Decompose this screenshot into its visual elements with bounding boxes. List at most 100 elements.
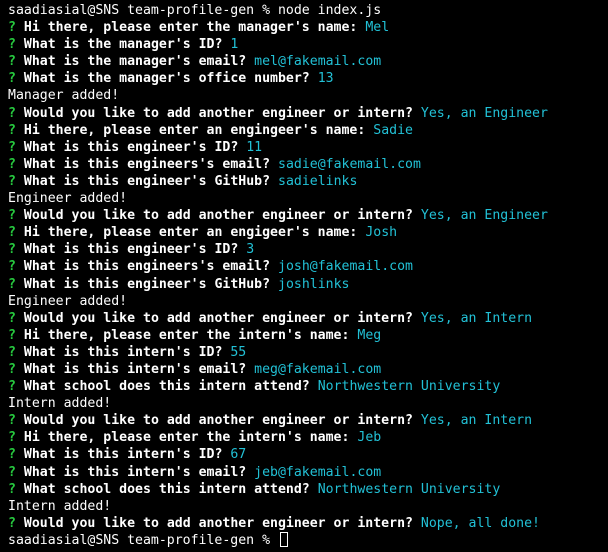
prompt-line: ? Would you like to add another engineer…: [8, 105, 608, 122]
prompt-line: ? What is this engineer's GitHub? sadiel…: [8, 173, 608, 190]
prompt-line: ? What is the manager's email? mel@fakem…: [8, 53, 608, 70]
prompt-line: ? Would you like to add another engineer…: [8, 515, 608, 532]
prompt-answer: 67: [230, 447, 247, 463]
prompt-line: ? What is this engineers's email? josh@f…: [8, 258, 608, 275]
prompt-question: What is this engineers's email?: [23, 259, 271, 275]
prompt-question: What is this intern's email?: [23, 464, 247, 480]
question-mark-icon: ?: [8, 37, 16, 53]
prompt-line: ? What is this engineer's ID? 11: [8, 139, 608, 156]
prompt-question: What is this engineer's ID?: [23, 139, 239, 155]
prompt-line: ? Hi there, please enter the manager's n…: [8, 19, 608, 36]
prompt-question: Would you like to add another engineer o…: [23, 105, 413, 121]
status-message: Engineer added!: [8, 190, 608, 207]
prompt-line: ? Would you like to add another engineer…: [8, 310, 608, 327]
prompt-line: ? Hi there, please enter the intern's na…: [8, 327, 608, 344]
text-cursor[interactable]: [279, 531, 288, 547]
prompt-answer: joshlinks: [278, 276, 350, 292]
prompt-line: ? Would you like to add another engineer…: [8, 207, 608, 224]
status-message: Intern added!: [8, 498, 608, 515]
prompt-question: Hi there, please enter the intern's name…: [23, 327, 350, 343]
prompt-answer: 1: [230, 37, 239, 53]
prompt-answer: josh@fakemail.com: [278, 259, 413, 275]
status-message-text: Engineer added!: [8, 191, 128, 207]
prompt-line: ? What is this engineers's email? sadie@…: [8, 156, 608, 173]
prompt-question: What is this intern's ID?: [23, 447, 223, 463]
prompt-question: What is this engineers's email?: [23, 156, 271, 172]
prompt-question: Hi there, please enter an engigeer's nam…: [23, 225, 358, 241]
question-mark-icon: ?: [8, 173, 16, 189]
prompt-answer: Yes, an Intern: [420, 413, 533, 429]
prompt-answer: meg@fakemail.com: [254, 361, 382, 377]
shell-prompt-line: saadiasial@SNS team-profile-gen %: [8, 531, 608, 549]
status-message: Engineer added!: [8, 293, 608, 310]
prompt-line: ? What is this intern's email? jeb@fakem…: [8, 464, 608, 481]
status-message-text: Intern added!: [8, 396, 112, 412]
prompt-question: Hi there, please enter the manager's nam…: [23, 20, 358, 36]
question-mark-icon: ?: [8, 464, 16, 480]
prompt-line: ? What school does this intern attend? N…: [8, 481, 608, 498]
question-mark-icon: ?: [8, 208, 16, 224]
prompt-question: What is this engineer's ID?: [23, 242, 239, 258]
question-mark-icon: ?: [8, 105, 16, 121]
status-message: Intern added!: [8, 395, 608, 412]
status-message-text: Intern added!: [8, 498, 112, 514]
question-mark-icon: ?: [8, 310, 16, 326]
prompt-line: ? What is the manager's ID? 1: [8, 36, 608, 53]
prompt-line: ? What is this intern's ID? 55: [8, 344, 608, 361]
prompt-answer: 11: [246, 139, 263, 155]
prompt-line: ? Hi there, please enter the intern's na…: [8, 429, 608, 446]
prompt-question: Hi there, please enter an engingeer's na…: [23, 122, 366, 138]
prompt-question: What is this engineer's GitHub?: [23, 276, 271, 292]
prompt-answer: Northwestern University: [317, 379, 501, 395]
prompt-question: What school does this intern attend?: [23, 481, 310, 497]
prompt-answer: Yes, an Intern: [420, 310, 533, 326]
prompt-answer: Yes, an Engineer: [420, 105, 548, 121]
prompt-line: ? Hi there, please enter an engingeer's …: [8, 122, 608, 139]
prompt-question: What is this intern's ID?: [23, 344, 223, 360]
question-mark-icon: ?: [8, 430, 16, 446]
prompt-answer: jeb@fakemail.com: [254, 464, 382, 480]
prompt-question: What is this intern's email?: [23, 361, 247, 377]
question-mark-icon: ?: [8, 242, 16, 258]
status-message-text: Engineer added!: [8, 293, 128, 309]
question-mark-icon: ?: [8, 259, 16, 275]
prompt-line: ? What is this engineer's ID? 3: [8, 241, 608, 258]
question-mark-icon: ?: [8, 413, 16, 429]
prompt-answer: 3: [246, 242, 255, 258]
question-mark-icon: ?: [8, 276, 16, 292]
prompt-line: ? Hi there, please enter an engigeer's n…: [8, 224, 608, 241]
question-mark-icon: ?: [8, 225, 16, 241]
question-mark-icon: ?: [8, 139, 16, 155]
question-mark-icon: ?: [8, 156, 16, 172]
prompt-question: What is the manager's email?: [23, 54, 247, 70]
prompt-answer: 13: [317, 71, 334, 87]
terminal-window[interactable]: saadiasial@SNS team-profile-gen % node i…: [0, 0, 608, 552]
prompt-question: Would you like to add another engineer o…: [23, 515, 413, 531]
question-mark-icon: ?: [8, 379, 16, 395]
shell-prompt-text: saadiasial@SNS team-profile-gen %: [8, 532, 278, 548]
prompt-question: What is this engineer's GitHub?: [23, 173, 271, 189]
prompt-answer: Nope, all done!: [420, 515, 540, 531]
prompt-answer: 55: [230, 344, 247, 360]
prompt-question: What is the manager's office number?: [23, 71, 310, 87]
prompt-answer: Sadie: [373, 122, 413, 138]
question-mark-icon: ?: [8, 344, 16, 360]
prompt-line: ? What is the manager's office number? 1…: [8, 70, 608, 87]
prompt-answer: Josh: [365, 225, 398, 241]
prompt-question: What school does this intern attend?: [23, 379, 310, 395]
question-mark-icon: ?: [8, 122, 16, 138]
prompt-question: Would you like to add another engineer o…: [23, 413, 413, 429]
question-mark-icon: ?: [8, 54, 16, 70]
prompt-answer: Meg: [357, 327, 382, 343]
prompt-question: What is the manager's ID?: [23, 37, 223, 53]
prompt-question: Hi there, please enter the intern's name…: [23, 430, 350, 446]
prompt-question: Would you like to add another engineer o…: [23, 208, 413, 224]
question-mark-icon: ?: [8, 20, 16, 36]
prompt-line: ? What is this engineer's GitHub? joshli…: [8, 276, 608, 293]
shell-command-line: saadiasial@SNS team-profile-gen % node i…: [8, 2, 608, 19]
prompt-question: Would you like to add another engineer o…: [23, 310, 413, 326]
question-mark-icon: ?: [8, 327, 16, 343]
prompt-answer: Jeb: [357, 430, 382, 446]
shell-command-text: saadiasial@SNS team-profile-gen % node i…: [8, 3, 382, 18]
status-message: Manager added!: [8, 87, 608, 104]
